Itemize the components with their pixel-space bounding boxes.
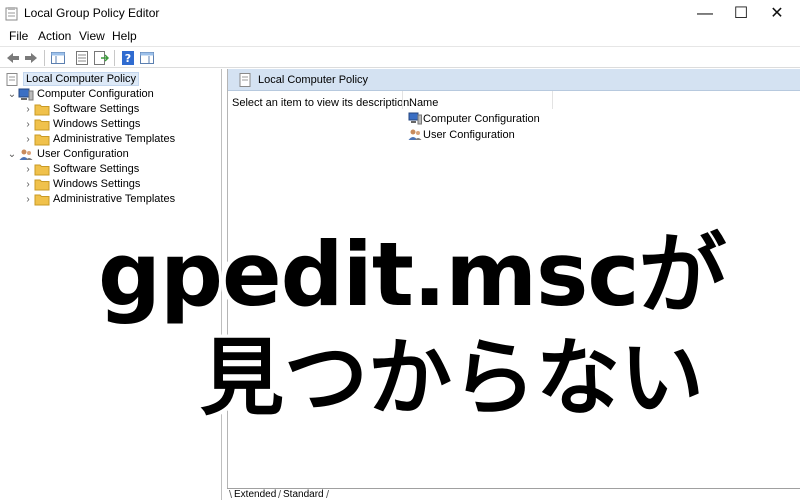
view-tabs: \ Extended / Standard / xyxy=(227,488,800,500)
svg-text:?: ? xyxy=(125,52,131,65)
close-button[interactable]: ✕ xyxy=(760,0,794,27)
list-item-user-configuration[interactable]: User Configuration xyxy=(408,128,515,142)
chevron-right-icon[interactable]: › xyxy=(22,192,34,207)
users-icon xyxy=(408,129,422,140)
menu-action[interactable]: Action xyxy=(38,29,71,43)
close-icon: ✕ xyxy=(770,5,784,22)
overlay-caption-line-2: 見つからない xyxy=(200,329,705,427)
minimize-icon: — xyxy=(697,5,713,22)
chevron-right-icon[interactable]: › xyxy=(22,102,34,117)
overlay-caption-line-1: gpedit.mscが xyxy=(98,223,727,326)
description-text: Select an item to view its description. xyxy=(232,97,413,109)
tree-label: Software Settings xyxy=(53,163,140,175)
show-hide-tree-icon[interactable] xyxy=(50,50,66,66)
tab-standard[interactable]: Standard xyxy=(283,489,324,500)
show-pane-icon[interactable] xyxy=(139,50,155,66)
list-item-label: Computer Configuration xyxy=(423,113,540,125)
tree-item-local-computer-policy[interactable]: Local Computer Policy xyxy=(4,72,140,87)
chevron-right-icon[interactable]: › xyxy=(22,162,34,177)
list-item-computer-configuration[interactable]: Computer Configuration xyxy=(408,112,540,126)
menu-file[interactable]: File xyxy=(9,29,28,43)
tree-item-software-settings[interactable]: › Software Settings xyxy=(22,162,139,177)
menu-bar: File Action View Help xyxy=(0,27,800,46)
column-divider[interactable] xyxy=(402,91,403,109)
tree-item-administrative-templates[interactable]: › Administrative Templates xyxy=(22,192,175,207)
chevron-right-icon[interactable]: › xyxy=(22,177,34,192)
maximize-button[interactable]: ☐ xyxy=(724,0,758,27)
toolbar: ? xyxy=(0,46,800,68)
chevron-down-icon[interactable]: ⌄ xyxy=(6,87,18,102)
folder-icon xyxy=(34,134,50,146)
menu-view[interactable]: View xyxy=(79,29,105,43)
details-header: Local Computer Policy xyxy=(228,69,800,91)
policy-document-icon xyxy=(239,73,251,87)
tree-label: Windows Settings xyxy=(53,118,141,130)
tab-extended[interactable]: Extended xyxy=(234,489,276,500)
tree-item-computer-configuration[interactable]: ⌄ Computer Configuration xyxy=(6,87,154,102)
tree-label: Software Settings xyxy=(53,103,140,115)
tree-label: Computer Configuration xyxy=(37,88,154,100)
chevron-down-icon[interactable]: ⌄ xyxy=(6,147,18,162)
tree-root-label: Local Computer Policy xyxy=(23,72,140,86)
policy-document-icon xyxy=(6,73,18,86)
tree-item-software-settings[interactable]: › Software Settings xyxy=(22,102,139,117)
tree-item-user-configuration[interactable]: ⌄ User Configuration xyxy=(6,147,129,162)
tree-item-windows-settings[interactable]: › Windows Settings xyxy=(22,177,140,192)
folder-icon xyxy=(34,104,50,116)
list-item-label: User Configuration xyxy=(423,129,515,141)
folder-icon xyxy=(34,164,50,176)
tab-divider: / xyxy=(278,489,282,500)
properties-icon[interactable] xyxy=(74,50,90,66)
minimize-button[interactable]: — xyxy=(688,0,722,27)
computer-icon xyxy=(18,88,34,101)
computer-icon xyxy=(408,112,422,125)
tree-item-administrative-templates[interactable]: › Administrative Templates xyxy=(22,132,175,147)
tree-label: User Configuration xyxy=(37,148,129,160)
tree-item-windows-settings[interactable]: › Windows Settings xyxy=(22,117,140,132)
name-column-header[interactable]: Name xyxy=(409,97,438,109)
help-icon[interactable]: ? xyxy=(120,50,136,66)
folder-icon xyxy=(34,179,50,191)
title-bar: Local Group Policy Editor — ☐ ✕ xyxy=(0,0,800,27)
toolbar-separator xyxy=(114,50,115,66)
chevron-right-icon[interactable]: › xyxy=(22,117,34,132)
folder-icon xyxy=(34,194,50,206)
group-policy-app-icon xyxy=(5,7,18,21)
column-divider[interactable] xyxy=(552,91,553,109)
forward-arrow-icon[interactable] xyxy=(23,50,39,66)
tab-divider: / xyxy=(326,489,330,500)
back-arrow-icon[interactable] xyxy=(5,50,21,66)
users-icon xyxy=(19,149,33,160)
tree-label: Windows Settings xyxy=(53,178,141,190)
maximize-icon: ☐ xyxy=(733,5,749,22)
window-title: Local Group Policy Editor xyxy=(24,6,160,20)
tab-divider: \ xyxy=(229,489,233,500)
tree-label: Administrative Templates xyxy=(53,133,176,145)
folder-icon xyxy=(34,119,50,131)
details-title: Local Computer Policy xyxy=(258,74,369,86)
chevron-right-icon[interactable]: › xyxy=(22,132,34,147)
tree-label: Administrative Templates xyxy=(53,193,176,205)
export-list-icon[interactable] xyxy=(93,50,109,66)
menu-help[interactable]: Help xyxy=(112,29,137,43)
toolbar-separator xyxy=(44,50,45,66)
